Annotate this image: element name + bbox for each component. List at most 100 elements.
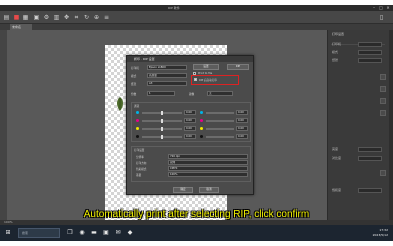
channel-value[interactable]: 0.00: [236, 118, 248, 123]
panel-contrast-field[interactable]: [358, 156, 382, 161]
paper-select[interactable]: A3: [147, 81, 187, 86]
cancel-button[interactable]: 取消: [199, 187, 219, 193]
dialog-title-bar: 打印 · RIP 设置 ✕: [127, 56, 253, 62]
channel-slider[interactable]: [142, 119, 182, 123]
copies-input[interactable]: 1: [147, 91, 175, 96]
panel-label-printer: 打印机: [332, 42, 342, 46]
mode-select[interactable]: 高质量: [147, 73, 187, 78]
left-tool-strip: [0, 30, 7, 220]
printer-settings-button[interactable]: 设置: [193, 64, 219, 70]
slider-handle[interactable]: [161, 111, 163, 115]
edge-icon[interactable]: ◉: [78, 229, 86, 237]
auto-print-label: RIP 后自动打印: [199, 79, 217, 82]
channel-swatch-icon: [200, 127, 203, 130]
screen: RIP 軟件 – □ ✕ ▤ ■ ▦ ▣ ⚙ ▥ ✥ ⌗ ↻ ⊕ ≡ ▯ 未命名…: [0, 5, 393, 241]
panel-button[interactable]: [380, 86, 386, 92]
close-button[interactable]: ✕: [386, 6, 390, 10]
mail-icon[interactable]: ✉: [114, 229, 122, 237]
paper-label: 纸张: [131, 83, 137, 86]
layers-icon[interactable]: ≡: [103, 14, 110, 21]
setting-value[interactable]: CMYK: [168, 166, 248, 171]
print-icon[interactable]: ▣: [33, 14, 40, 21]
panel-mode-field[interactable]: [358, 50, 382, 55]
channel-slider[interactable]: [142, 127, 182, 131]
grid-icon[interactable]: ▥: [53, 14, 60, 21]
maximize-button[interactable]: □: [379, 6, 383, 10]
zoom-icon[interactable]: ⊕: [93, 14, 100, 21]
panel-label-brightness: 亮度: [332, 147, 339, 151]
channel-section: 通道 0.00 0.00 0.00 0.00 0.00 0.00 0.00 0.00: [131, 102, 251, 142]
channel-swatch-icon: [200, 111, 203, 114]
rotate-icon[interactable]: ↻: [83, 14, 90, 21]
panel-label-mode: 模式: [332, 50, 339, 54]
channel-value[interactable]: 0.00: [184, 126, 196, 131]
channel-swatch-icon: [136, 111, 139, 114]
setting-label: 色彩模式: [136, 168, 147, 171]
channel-value[interactable]: 0.00: [184, 134, 196, 139]
video-subtitle: Automatically print after selecting RIP,…: [83, 209, 310, 220]
print-settings-section: 打印设置 分辨率 720 dpi 打印方向 双向 色彩模式 CMYK 墨量 10…: [131, 146, 251, 182]
channel-slider[interactable]: [206, 128, 234, 130]
setting-value[interactable]: 720 dpi: [168, 154, 248, 159]
right-panel: 打印设置 打印机 模式 纸张 亮度 对比度 饱和度: [327, 30, 389, 220]
mirror-label: 镜像: [189, 93, 195, 96]
leaf-artwork-icon: [117, 97, 123, 111]
channel-slider[interactable]: [206, 136, 234, 138]
taskbar-search-input[interactable]: 搜索: [18, 228, 60, 238]
app-icon[interactable]: ◆: [126, 229, 134, 237]
move-icon[interactable]: ✥: [63, 14, 70, 21]
channel-slider[interactable]: [142, 111, 182, 115]
slider-handle[interactable]: [161, 135, 163, 139]
printer-select[interactable]: Epson L1800: [147, 65, 187, 70]
store-icon[interactable]: ▣: [102, 229, 110, 237]
panel-button[interactable]: [380, 98, 386, 104]
windows-icon[interactable]: ⊞: [4, 229, 12, 237]
explorer-icon[interactable]: ▬: [90, 229, 98, 237]
channel-swatch-icon: [136, 119, 139, 122]
channel-value[interactable]: 0.00: [184, 110, 196, 115]
mirror-select[interactable]: 无: [207, 91, 233, 96]
panel-paper-field[interactable]: [358, 58, 382, 63]
task-view-icon[interactable]: ❐: [66, 229, 74, 237]
panel-printer-field[interactable]: [358, 42, 382, 47]
panel-label-paper: 纸张: [332, 58, 339, 62]
toolbar: ▤ ■ ▦ ▣ ⚙ ▥ ✥ ⌗ ↻ ⊕ ≡ ▯: [0, 11, 393, 24]
rip-button[interactable]: RIP: [227, 64, 249, 70]
panel-label-contrast: 对比度: [332, 156, 342, 160]
dialog-close-icon[interactable]: ✕: [134, 56, 251, 62]
taskbar: ⊞ 搜索 ❐ ◉ ▬ ▣ ✉ ◆ 17:32 2023/5/12: [0, 225, 393, 241]
vertical-scrollbar[interactable]: [389, 30, 393, 220]
channel-slider[interactable]: [206, 112, 234, 114]
right-panel-title: 打印设置: [332, 32, 345, 36]
mode-label: 模式: [131, 75, 137, 78]
setting-value[interactable]: 双向: [168, 160, 248, 165]
crop-icon[interactable]: ⌗: [73, 14, 80, 21]
channel-value[interactable]: 0.00: [184, 118, 196, 123]
ok-button[interactable]: 确定: [173, 187, 193, 193]
panel-button[interactable]: [380, 74, 386, 80]
channel-slider[interactable]: [142, 135, 182, 139]
slider-handle[interactable]: [161, 127, 163, 131]
import-icon[interactable]: ▦: [22, 14, 29, 21]
panel-button[interactable]: [380, 110, 386, 116]
channel-swatch-icon: [136, 135, 139, 138]
panel-brightness-field[interactable]: [358, 147, 382, 152]
channel-swatch-icon: [200, 135, 203, 138]
slider-handle[interactable]: [161, 119, 163, 123]
open-icon[interactable]: ▤: [3, 14, 10, 21]
settings-icon[interactable]: ⚙: [43, 14, 50, 21]
channel-swatch-icon: [136, 127, 139, 130]
panel-saturation-field[interactable]: [358, 188, 382, 193]
save-icon[interactable]: ■: [13, 14, 20, 21]
print-settings-title: 打印设置: [134, 149, 145, 152]
panel-toggle-icon[interactable]: ▯: [378, 14, 385, 21]
channel-value[interactable]: 0.00: [236, 110, 248, 115]
auto-print-checkbox[interactable]: [194, 78, 197, 81]
taskbar-clock[interactable]: 17:32 2023/5/12: [373, 228, 388, 238]
channel-value[interactable]: 0.00: [236, 134, 248, 139]
channel-value[interactable]: 0.00: [236, 126, 248, 131]
panel-button[interactable]: [380, 170, 386, 176]
setting-value[interactable]: 100%: [168, 172, 248, 177]
channel-slider[interactable]: [206, 120, 234, 122]
minimize-button[interactable]: –: [372, 6, 376, 10]
